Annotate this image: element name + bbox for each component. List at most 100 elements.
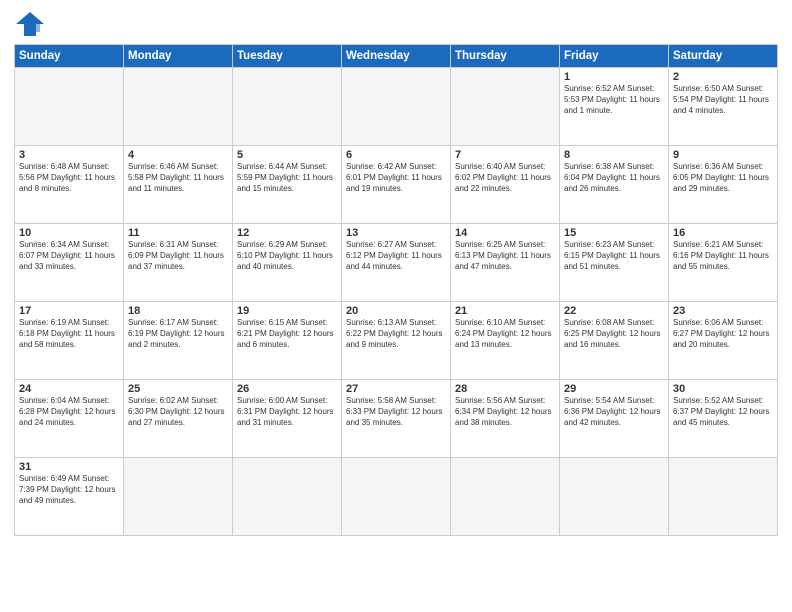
day-info: Sunrise: 6:23 AM Sunset: 6:15 PM Dayligh…: [564, 240, 664, 272]
calendar-cell: [669, 458, 778, 536]
day-info: Sunrise: 6:06 AM Sunset: 6:27 PM Dayligh…: [673, 318, 773, 350]
day-info: Sunrise: 6:38 AM Sunset: 6:04 PM Dayligh…: [564, 162, 664, 194]
day-number: 13: [346, 227, 446, 239]
calendar: SundayMondayTuesdayWednesdayThursdayFrid…: [14, 44, 778, 536]
calendar-cell: 6Sunrise: 6:42 AM Sunset: 6:01 PM Daylig…: [342, 146, 451, 224]
calendar-cell: 19Sunrise: 6:15 AM Sunset: 6:21 PM Dayli…: [233, 302, 342, 380]
calendar-cell: 8Sunrise: 6:38 AM Sunset: 6:04 PM Daylig…: [560, 146, 669, 224]
day-info: Sunrise: 6:25 AM Sunset: 6:13 PM Dayligh…: [455, 240, 555, 272]
day-number: 15: [564, 227, 664, 239]
calendar-cell: 7Sunrise: 6:40 AM Sunset: 6:02 PM Daylig…: [451, 146, 560, 224]
day-number: 14: [455, 227, 555, 239]
day-number: 1: [564, 71, 664, 83]
logo: [14, 10, 50, 38]
logo-icon: [14, 10, 46, 38]
day-info: Sunrise: 6:13 AM Sunset: 6:22 PM Dayligh…: [346, 318, 446, 350]
day-info: Sunrise: 6:29 AM Sunset: 6:10 PM Dayligh…: [237, 240, 337, 272]
header: [14, 10, 778, 38]
weekday-header: Saturday: [669, 45, 778, 68]
day-number: 21: [455, 305, 555, 317]
calendar-cell: 27Sunrise: 5:58 AM Sunset: 6:33 PM Dayli…: [342, 380, 451, 458]
day-number: 5: [237, 149, 337, 161]
day-number: 28: [455, 383, 555, 395]
week-row: 31Sunrise: 6:49 AM Sunset: 7:39 PM Dayli…: [15, 458, 778, 536]
calendar-cell: [233, 68, 342, 146]
day-info: Sunrise: 6:00 AM Sunset: 6:31 PM Dayligh…: [237, 396, 337, 428]
day-number: 2: [673, 71, 773, 83]
calendar-cell: [342, 68, 451, 146]
calendar-cell: 18Sunrise: 6:17 AM Sunset: 6:19 PM Dayli…: [124, 302, 233, 380]
day-info: Sunrise: 5:56 AM Sunset: 6:34 PM Dayligh…: [455, 396, 555, 428]
calendar-cell: 24Sunrise: 6:04 AM Sunset: 6:28 PM Dayli…: [15, 380, 124, 458]
day-info: Sunrise: 6:15 AM Sunset: 6:21 PM Dayligh…: [237, 318, 337, 350]
weekday-header: Tuesday: [233, 45, 342, 68]
day-info: Sunrise: 6:08 AM Sunset: 6:25 PM Dayligh…: [564, 318, 664, 350]
day-number: 24: [19, 383, 119, 395]
day-info: Sunrise: 6:02 AM Sunset: 6:30 PM Dayligh…: [128, 396, 228, 428]
calendar-cell: 1Sunrise: 6:52 AM Sunset: 5:53 PM Daylig…: [560, 68, 669, 146]
day-number: 12: [237, 227, 337, 239]
calendar-cell: 16Sunrise: 6:21 AM Sunset: 6:16 PM Dayli…: [669, 224, 778, 302]
calendar-cell: 12Sunrise: 6:29 AM Sunset: 6:10 PM Dayli…: [233, 224, 342, 302]
day-number: 3: [19, 149, 119, 161]
day-number: 23: [673, 305, 773, 317]
day-info: Sunrise: 6:04 AM Sunset: 6:28 PM Dayligh…: [19, 396, 119, 428]
day-number: 27: [346, 383, 446, 395]
calendar-cell: 13Sunrise: 6:27 AM Sunset: 6:12 PM Dayli…: [342, 224, 451, 302]
day-info: Sunrise: 6:42 AM Sunset: 6:01 PM Dayligh…: [346, 162, 446, 194]
page: SundayMondayTuesdayWednesdayThursdayFrid…: [0, 0, 792, 612]
calendar-cell: 15Sunrise: 6:23 AM Sunset: 6:15 PM Dayli…: [560, 224, 669, 302]
calendar-cell: 4Sunrise: 6:46 AM Sunset: 5:58 PM Daylig…: [124, 146, 233, 224]
calendar-cell: 9Sunrise: 6:36 AM Sunset: 6:05 PM Daylig…: [669, 146, 778, 224]
weekday-header: Wednesday: [342, 45, 451, 68]
calendar-cell: 17Sunrise: 6:19 AM Sunset: 6:18 PM Dayli…: [15, 302, 124, 380]
day-info: Sunrise: 6:50 AM Sunset: 5:54 PM Dayligh…: [673, 84, 773, 116]
day-info: Sunrise: 6:31 AM Sunset: 6:09 PM Dayligh…: [128, 240, 228, 272]
day-number: 10: [19, 227, 119, 239]
day-info: Sunrise: 6:48 AM Sunset: 5:56 PM Dayligh…: [19, 162, 119, 194]
calendar-cell: [451, 458, 560, 536]
day-info: Sunrise: 6:10 AM Sunset: 6:24 PM Dayligh…: [455, 318, 555, 350]
day-number: 20: [346, 305, 446, 317]
calendar-cell: 2Sunrise: 6:50 AM Sunset: 5:54 PM Daylig…: [669, 68, 778, 146]
calendar-cell: [342, 458, 451, 536]
calendar-cell: 20Sunrise: 6:13 AM Sunset: 6:22 PM Dayli…: [342, 302, 451, 380]
day-number: 19: [237, 305, 337, 317]
calendar-cell: 3Sunrise: 6:48 AM Sunset: 5:56 PM Daylig…: [15, 146, 124, 224]
day-info: Sunrise: 6:34 AM Sunset: 6:07 PM Dayligh…: [19, 240, 119, 272]
day-number: 29: [564, 383, 664, 395]
day-number: 9: [673, 149, 773, 161]
weekday-header: Thursday: [451, 45, 560, 68]
calendar-cell: 11Sunrise: 6:31 AM Sunset: 6:09 PM Dayli…: [124, 224, 233, 302]
calendar-cell: 5Sunrise: 6:44 AM Sunset: 5:59 PM Daylig…: [233, 146, 342, 224]
week-row: 3Sunrise: 6:48 AM Sunset: 5:56 PM Daylig…: [15, 146, 778, 224]
day-number: 30: [673, 383, 773, 395]
day-info: Sunrise: 6:44 AM Sunset: 5:59 PM Dayligh…: [237, 162, 337, 194]
calendar-cell: 23Sunrise: 6:06 AM Sunset: 6:27 PM Dayli…: [669, 302, 778, 380]
day-number: 7: [455, 149, 555, 161]
day-number: 4: [128, 149, 228, 161]
calendar-cell: 25Sunrise: 6:02 AM Sunset: 6:30 PM Dayli…: [124, 380, 233, 458]
weekday-header: Sunday: [15, 45, 124, 68]
day-number: 22: [564, 305, 664, 317]
day-info: Sunrise: 6:52 AM Sunset: 5:53 PM Dayligh…: [564, 84, 664, 116]
calendar-cell: 22Sunrise: 6:08 AM Sunset: 6:25 PM Dayli…: [560, 302, 669, 380]
day-info: Sunrise: 6:19 AM Sunset: 6:18 PM Dayligh…: [19, 318, 119, 350]
day-info: Sunrise: 6:27 AM Sunset: 6:12 PM Dayligh…: [346, 240, 446, 272]
day-info: Sunrise: 5:52 AM Sunset: 6:37 PM Dayligh…: [673, 396, 773, 428]
week-row: 24Sunrise: 6:04 AM Sunset: 6:28 PM Dayli…: [15, 380, 778, 458]
day-info: Sunrise: 5:54 AM Sunset: 6:36 PM Dayligh…: [564, 396, 664, 428]
calendar-cell: 26Sunrise: 6:00 AM Sunset: 6:31 PM Dayli…: [233, 380, 342, 458]
calendar-cell: [560, 458, 669, 536]
calendar-cell: [15, 68, 124, 146]
day-info: Sunrise: 6:36 AM Sunset: 6:05 PM Dayligh…: [673, 162, 773, 194]
day-number: 26: [237, 383, 337, 395]
calendar-cell: [451, 68, 560, 146]
day-number: 31: [19, 461, 119, 473]
day-number: 16: [673, 227, 773, 239]
calendar-header: SundayMondayTuesdayWednesdayThursdayFrid…: [15, 45, 778, 68]
calendar-cell: 14Sunrise: 6:25 AM Sunset: 6:13 PM Dayli…: [451, 224, 560, 302]
day-info: Sunrise: 6:21 AM Sunset: 6:16 PM Dayligh…: [673, 240, 773, 272]
day-info: Sunrise: 5:58 AM Sunset: 6:33 PM Dayligh…: [346, 396, 446, 428]
week-row: 1Sunrise: 6:52 AM Sunset: 5:53 PM Daylig…: [15, 68, 778, 146]
